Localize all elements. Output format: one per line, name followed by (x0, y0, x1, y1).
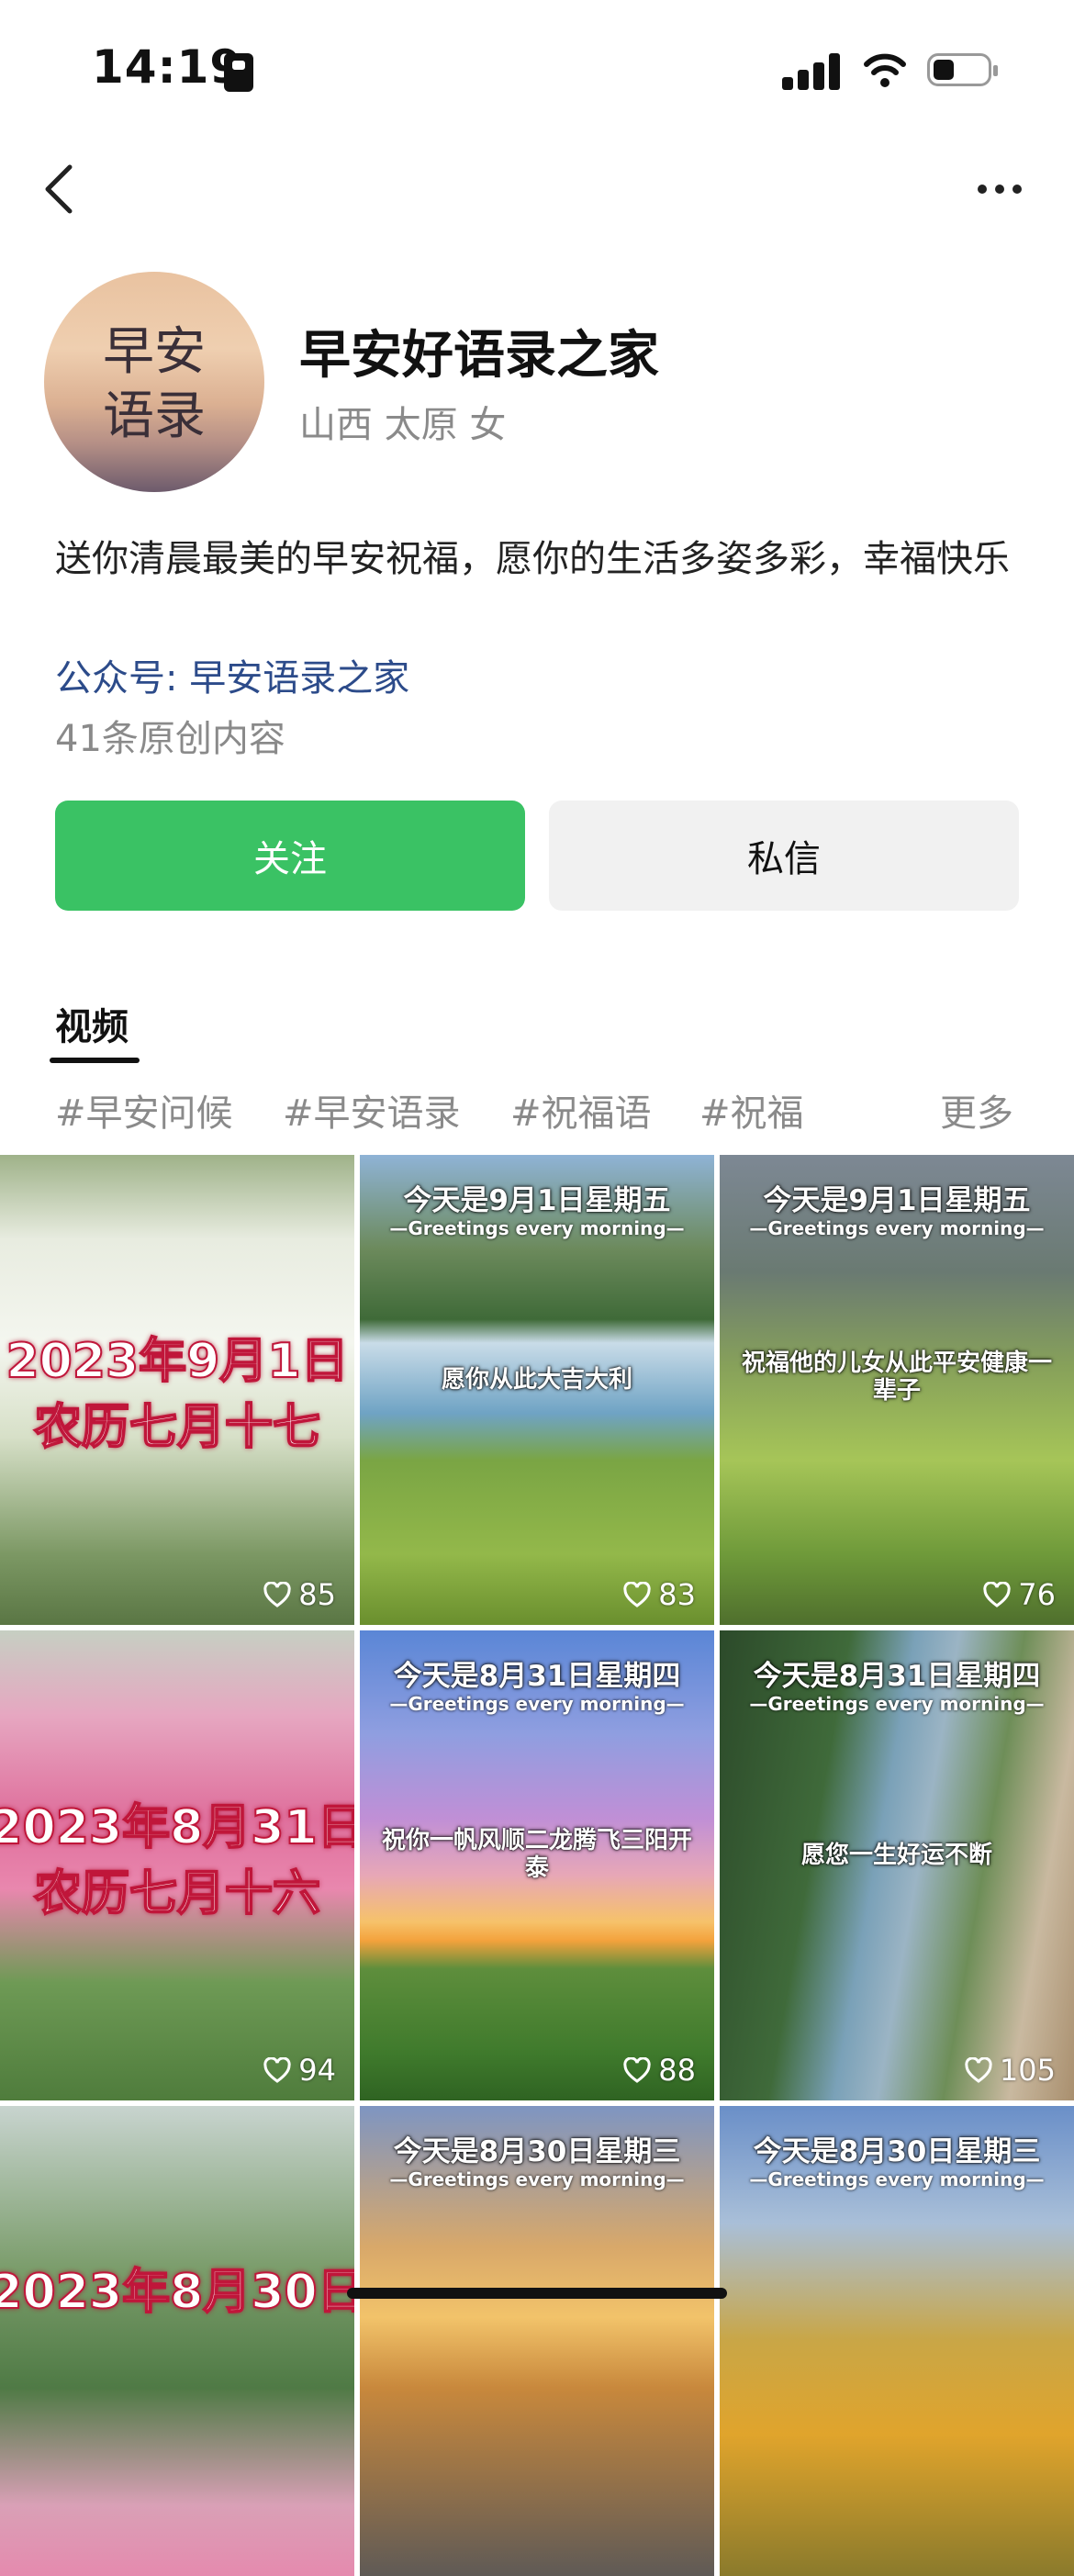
like-count: 85 (263, 1577, 336, 1612)
video-lunar-text: 农历七月十六 (33, 1865, 321, 1922)
profile-location: 山西 太原 女 (299, 404, 507, 446)
video-title: 今天是8月31日星期四 (393, 1660, 681, 1693)
wifi-icon (864, 53, 906, 87)
official-account-link[interactable]: 公众号: 早安语录之家 (55, 648, 409, 701)
video-caption: 祝你一帆风顺二龙腾飞三阳开泰 (381, 1827, 692, 1882)
like-count: 105 (965, 2053, 1056, 2088)
like-count-value: 83 (658, 1577, 696, 1612)
heart-icon (263, 1582, 291, 1607)
avatar-text-1: 早安 (103, 322, 206, 382)
tag-item[interactable]: #早安语录 (283, 1083, 461, 1137)
more-options-icon[interactable] (977, 182, 1023, 196)
status-time: 14:19 (92, 40, 243, 94)
like-count: 83 (623, 1577, 696, 1612)
video-title: 今天是9月1日星期五 (403, 1184, 671, 1217)
tab-videos[interactable]: 视频 (55, 997, 129, 1050)
avatar-text-2: 语录 (103, 386, 206, 446)
video-subtitle: —Greetings every morning— (389, 1217, 685, 1239)
video-caption: 愿您一生好运不断 (800, 1842, 992, 1869)
message-button[interactable]: 私信 (549, 801, 1019, 911)
video-thumbnail[interactable]: 今天是8月30日星期三 —Greetings every morning— (720, 2106, 1074, 2576)
video-thumbnail[interactable]: 今天是9月1日星期五 —Greetings every morning— 祝福他… (720, 1155, 1074, 1625)
back-icon[interactable] (40, 162, 77, 217)
video-title: 今天是9月1日星期五 (763, 1184, 1031, 1217)
video-subtitle: —Greetings every morning— (749, 2168, 1045, 2190)
video-subtitle: —Greetings every morning— (749, 1217, 1045, 1239)
video-title: 今天是8月31日星期四 (753, 1660, 1041, 1693)
video-date-text: 2023年8月30日 (0, 2264, 354, 2321)
video-thumbnail[interactable]: 今天是8月31日星期四 —Greetings every morning— 愿您… (720, 1630, 1074, 2100)
heart-icon (623, 2057, 651, 2083)
video-grid: 2023年9月1日 农历七月十七 85 今天是9月1日星期五 —Greeting… (0, 1155, 1074, 2576)
tag-item[interactable]: #祝福 (699, 1083, 804, 1137)
like-count: 76 (983, 1577, 1056, 1612)
video-title: 今天是8月30日星期三 (753, 2135, 1041, 2168)
profile-name: 早安好语录之家 (299, 326, 659, 386)
heart-icon (965, 2057, 992, 2083)
sim-card-icon (224, 53, 253, 92)
video-subtitle: —Greetings every morning— (389, 2168, 685, 2190)
video-thumbnail[interactable]: 2023年9月1日 农历七月十七 85 (0, 1155, 354, 1625)
video-lunar-text: 农历七月十七 (33, 1399, 321, 1456)
tags-more-button[interactable]: 更多 (940, 1083, 1013, 1137)
video-subtitle: —Greetings every morning— (389, 1693, 685, 1715)
video-title: 今天是8月30日星期三 (393, 2135, 681, 2168)
original-content-count: 41条原创内容 (55, 718, 285, 760)
like-count-value: 105 (999, 2053, 1056, 2088)
video-subtitle: —Greetings every morning— (749, 1693, 1045, 1715)
battery-icon (927, 53, 998, 86)
video-date-text: 2023年8月31日 (0, 1799, 354, 1856)
heart-icon (263, 2057, 291, 2083)
like-count: 94 (263, 2053, 336, 2088)
video-caption: 祝福他的儿女从此平安健康一辈子 (741, 1350, 1052, 1405)
like-count-value: 85 (298, 1577, 336, 1612)
tab-indicator (50, 1058, 140, 1063)
like-count: 88 (623, 2053, 696, 2088)
video-thumbnail[interactable]: 今天是8月30日星期三 —Greetings every morning— (360, 2106, 714, 2576)
video-caption: 愿你从此大吉大利 (441, 1366, 632, 1394)
video-thumbnail[interactable]: 2023年8月31日 农历七月十六 94 (0, 1630, 354, 2100)
follow-button[interactable]: 关注 (55, 801, 525, 911)
video-date-text: 2023年9月1日 (5, 1333, 349, 1390)
tag-item[interactable]: #祝福语 (510, 1083, 652, 1137)
video-thumbnail[interactable]: 今天是9月1日星期五 —Greetings every morning— 愿你从… (360, 1155, 714, 1625)
tag-item[interactable]: #早安问候 (55, 1083, 233, 1137)
heart-icon (983, 1582, 1011, 1607)
like-count-value: 88 (658, 2053, 696, 2088)
like-count-value: 94 (298, 2053, 336, 2088)
cellular-signal-icon (782, 51, 841, 90)
like-count-value: 76 (1018, 1577, 1056, 1612)
avatar[interactable]: 早安 语录 (44, 272, 264, 492)
video-thumbnail[interactable]: 今天是8月31日星期四 —Greetings every morning— 祝你… (360, 1630, 714, 2100)
home-indicator[interactable] (347, 2288, 727, 2299)
profile-bio: 送你清晨最美的早安祝福，愿你的生活多姿多彩，幸福快乐 (55, 538, 1010, 580)
heart-icon (623, 1582, 651, 1607)
video-thumbnail[interactable]: 2023年8月30日 (0, 2106, 354, 2576)
